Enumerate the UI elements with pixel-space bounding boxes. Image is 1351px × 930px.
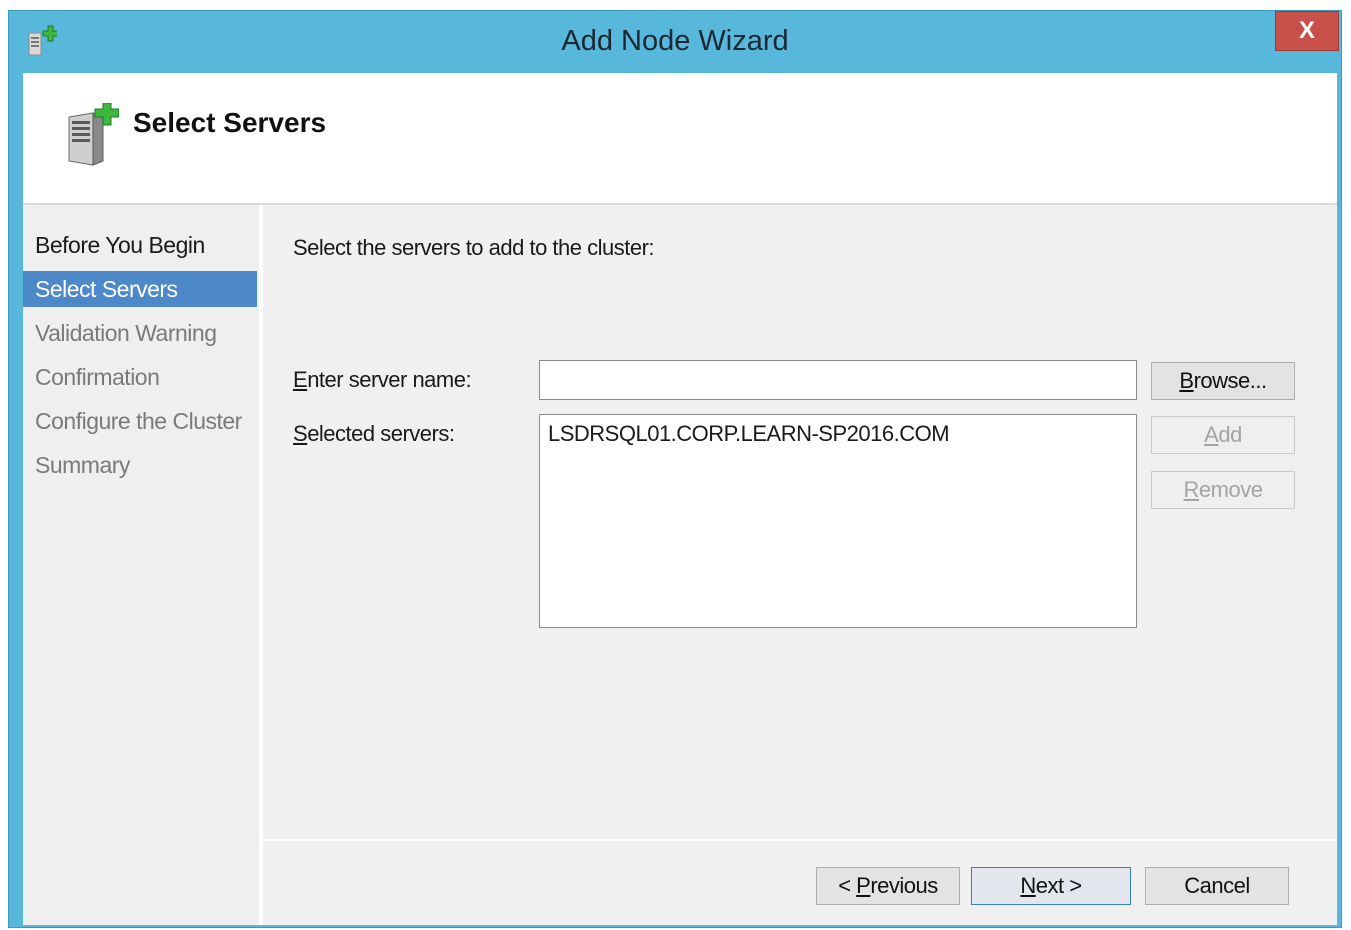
- server-name-input[interactable]: [539, 360, 1137, 400]
- wizard-body: Select Servers Before You Begin Select S…: [23, 73, 1337, 925]
- cancel-button[interactable]: Cancel: [1145, 867, 1289, 905]
- steps-pane: Before You Begin Select Servers Validati…: [23, 205, 259, 925]
- page-title: Select Servers: [133, 107, 327, 138]
- step-select-servers: Select Servers: [23, 271, 257, 307]
- window-title: Add Node Wizard: [561, 25, 789, 57]
- server-name-label: Enter server name:: [293, 367, 472, 392]
- wizard-header: Select Servers: [23, 73, 1337, 203]
- previous-button[interactable]: < Previous: [816, 867, 960, 905]
- step-confirmation: Confirmation: [35, 364, 160, 390]
- server-add-icon: [68, 103, 119, 166]
- browse-button[interactable]: Browse...: [1151, 362, 1295, 400]
- main-panel: Select the servers to add to the cluster…: [263, 205, 1337, 825]
- next-button[interactable]: Next >: [971, 867, 1131, 905]
- footer-divider: [263, 839, 1337, 841]
- title-bar[interactable]: Add Node Wizard X: [9, 11, 1341, 73]
- remove-button[interactable]: Remove: [1151, 471, 1295, 509]
- step-summary: Summary: [35, 452, 130, 478]
- wizard-window: Add Node Wizard X Select Servers Before …: [8, 10, 1342, 928]
- step-validation-warning: Validation Warning: [35, 320, 217, 346]
- step-before-you-begin: Before You Begin: [35, 232, 205, 258]
- selected-servers-list[interactable]: LSDRSQL01.CORP.LEARN-SP2016.COM: [539, 414, 1137, 628]
- instructions-text: Select the servers to add to the cluster…: [293, 235, 655, 260]
- close-button[interactable]: X: [1275, 11, 1339, 51]
- step-configure-cluster: Configure the Cluster: [35, 408, 242, 434]
- list-item[interactable]: LSDRSQL01.CORP.LEARN-SP2016.COM: [548, 421, 950, 447]
- add-button[interactable]: Add: [1151, 416, 1295, 454]
- selected-servers-label: Selected servers:: [293, 421, 455, 446]
